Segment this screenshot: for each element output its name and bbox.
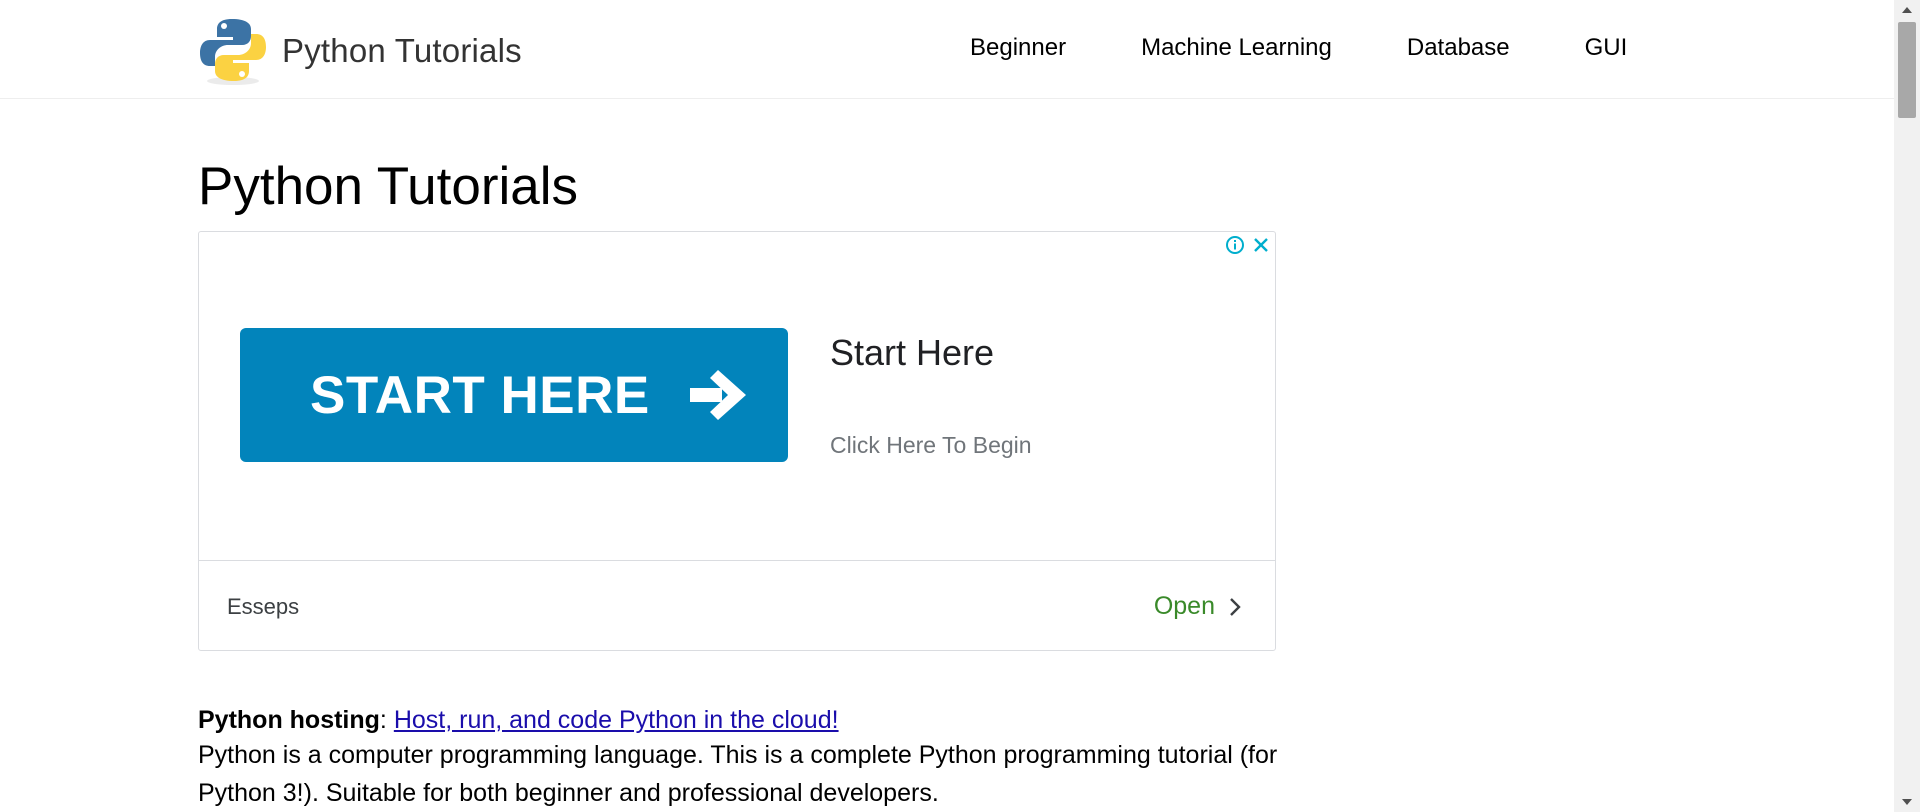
hosting-line: Python hosting: Host, run, and code Pyth… [198, 705, 839, 735]
python-logo-icon [200, 19, 266, 85]
ad-subtext: Click Here To Begin [830, 432, 1032, 458]
ad-unit[interactable]: START HERE Start Here Click Here To Begi… [198, 231, 1276, 651]
main-nav: Beginner Machine Learning Database GUI [970, 34, 1627, 62]
site-logo-link[interactable]: Python Tutorials [198, 12, 522, 90]
site-title: Python Tutorials [282, 32, 522, 69]
nav-item-machine-learning[interactable]: Machine Learning [1141, 34, 1332, 62]
intro-paragraph: Python is a computer programming languag… [198, 741, 1278, 807]
nav-item-beginner[interactable]: Beginner [970, 34, 1066, 62]
close-icon[interactable] [1251, 235, 1271, 255]
scrollbar-thumb[interactable] [1898, 22, 1916, 118]
ad-banner-label: START HERE [310, 365, 650, 425]
hosting-link[interactable]: Host, run, and code Python in the cloud! [394, 706, 839, 734]
page-title: Python Tutorials [198, 157, 579, 216]
ad-headline[interactable]: Start Here [830, 332, 994, 374]
site-header: Python Tutorials Beginner Machine Learni… [0, 0, 1894, 99]
chevron-right-icon [1230, 597, 1241, 616]
page: Python Tutorials Beginner Machine Learni… [0, 0, 1894, 812]
ad-controls [1225, 235, 1271, 255]
vertical-scrollbar[interactable] [1894, 0, 1920, 812]
ad-advertiser: Esseps [227, 594, 300, 619]
ad-banner-button[interactable]: START HERE [240, 328, 788, 462]
info-icon[interactable] [1225, 235, 1245, 255]
scroll-down-arrow-icon[interactable] [1894, 792, 1920, 812]
ad-open-label: Open [1153, 592, 1215, 620]
scroll-up-arrow-icon[interactable] [1894, 0, 1920, 20]
ad-open-button[interactable]: Open [1154, 592, 1243, 621]
hosting-separator: : [379, 706, 387, 734]
ad-divider [199, 560, 1275, 561]
arrow-right-icon [690, 370, 746, 420]
nav-item-gui[interactable]: GUI [1585, 34, 1628, 62]
hosting-label: Python hosting [198, 706, 380, 734]
nav-item-database[interactable]: Database [1407, 34, 1510, 62]
